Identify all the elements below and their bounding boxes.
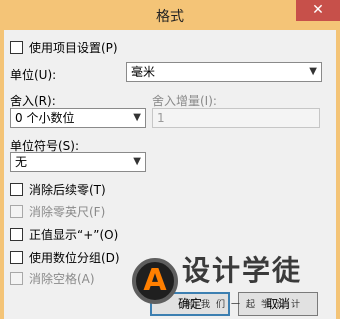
window-border-left (0, 30, 4, 319)
chevron-down-icon: ▼ (309, 66, 317, 77)
rounding-select[interactable]: 0 个小数位 ▼ (10, 108, 146, 128)
watermark-subtitle: 和我们一起学设计 (186, 300, 307, 310)
rounding-label: 舍入(R): (10, 94, 56, 108)
rounding-increment-input: 1 (152, 108, 320, 128)
unit-symbol-value: 无 (15, 155, 28, 169)
show-plus-sign-checkbox[interactable]: 正值显示“+”(O) (10, 226, 118, 243)
unit-value: 毫米 (131, 65, 156, 79)
eliminate-trailing-zeros-checkbox[interactable]: 消除后续零(T) (10, 181, 106, 198)
close-icon: ✕ (312, 2, 324, 18)
option-label: 消除后续零(T) (29, 183, 106, 197)
checkbox-box (10, 205, 23, 218)
option-label: 使用数位分组(D) (29, 251, 120, 265)
watermark-logo-icon: A (143, 263, 167, 298)
chevron-down-icon: ▼ (133, 156, 141, 167)
unit-label: 单位(U): (10, 68, 57, 82)
checkbox-box (10, 272, 23, 285)
use-item-settings-checkbox[interactable]: 使用项目设置(P) (10, 39, 118, 56)
checkbox-box[interactable] (10, 183, 23, 196)
digit-grouping-checkbox[interactable]: 使用数位分组(D) (10, 249, 120, 266)
close-button[interactable]: ✕ (296, 0, 340, 21)
window-border-right (336, 30, 340, 319)
suppress-spaces-checkbox: 消除空格(A) (10, 270, 95, 287)
rounding-value: 0 个小数位 (15, 111, 75, 125)
checkbox-box[interactable] (10, 41, 23, 54)
chevron-down-icon: ▼ (133, 112, 141, 123)
unit-symbol-select[interactable]: 无 ▼ (10, 152, 146, 172)
dialog-title: 格式 (156, 9, 184, 25)
watermark-title: 设计学徒 (182, 254, 303, 287)
option-label: 消除空格(A) (29, 272, 95, 286)
option-label: 正值显示“+”(O) (29, 228, 119, 242)
use-item-settings-label: 使用项目设置(P) (29, 41, 118, 55)
rounding-increment-label: 舍入增量(I): (152, 94, 217, 108)
eliminate-zero-feet-checkbox: 消除零英尺(F) (10, 203, 105, 220)
unit-select[interactable]: 毫米 ▼ (126, 62, 322, 82)
checkbox-box[interactable] (10, 228, 23, 241)
checkbox-box[interactable] (10, 251, 23, 264)
option-label: 消除零英尺(F) (29, 205, 106, 219)
